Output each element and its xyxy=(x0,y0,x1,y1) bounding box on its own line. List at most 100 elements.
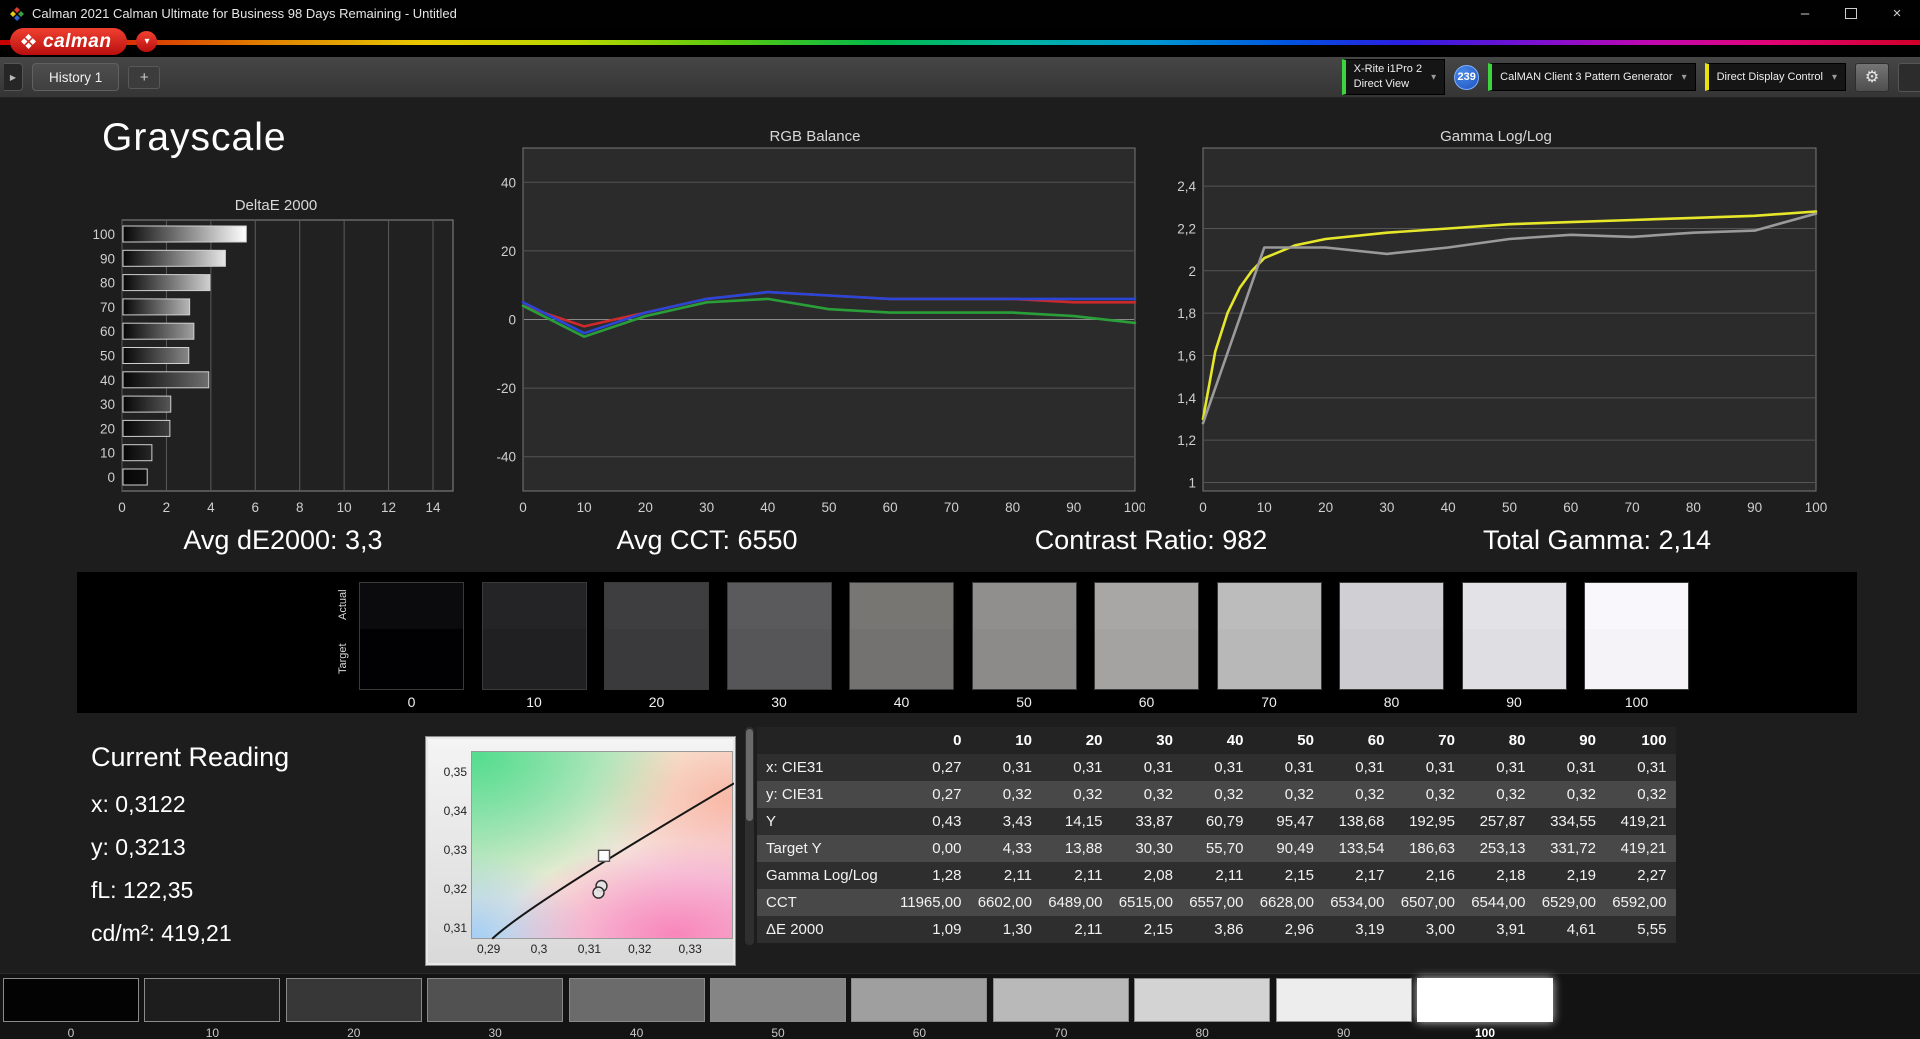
svg-text:90: 90 xyxy=(100,251,115,266)
svg-text:-40: -40 xyxy=(496,450,516,465)
svg-text:-20: -20 xyxy=(496,381,516,396)
svg-text:40: 40 xyxy=(501,175,516,190)
patch-button-10[interactable]: 10 xyxy=(144,978,281,1039)
gear-icon: ⚙ xyxy=(1864,69,1880,86)
table-cell: 14,15 xyxy=(1064,813,1103,830)
svg-text:20: 20 xyxy=(501,244,516,259)
svg-text:0: 0 xyxy=(519,500,527,515)
table-cell: 0,31 xyxy=(1355,759,1385,776)
table-row-label: CCT xyxy=(766,894,797,911)
table-cell: 2,96 xyxy=(1284,921,1314,938)
meter-badge[interactable]: 239 xyxy=(1454,64,1480,90)
svg-text:60: 60 xyxy=(100,324,115,339)
svg-text:10: 10 xyxy=(1257,500,1272,515)
minimize-button[interactable]: – xyxy=(1782,0,1828,27)
history-panel-toggle-button[interactable]: ▶ xyxy=(4,63,23,91)
pattern-generator-dropdown[interactable]: CalMAN Client 3 Pattern Generator ▾ xyxy=(1488,63,1696,91)
table-cell: 6602,00 xyxy=(977,894,1032,911)
patch-face xyxy=(144,978,281,1022)
table-cell: 2,18 xyxy=(1496,867,1526,884)
swatch-actual xyxy=(1217,583,1321,629)
display-control-label: Direct Display Control xyxy=(1716,71,1823,83)
svg-text:2,2: 2,2 xyxy=(1177,221,1196,236)
table-cell: 2,11 xyxy=(1074,867,1103,884)
patch-button-20[interactable]: 20 xyxy=(285,978,422,1039)
settings-button[interactable]: ⚙ xyxy=(1855,62,1889,92)
cie-x-tick: 0,3 xyxy=(530,942,548,956)
table-cell: 2,15 xyxy=(1143,921,1173,938)
grayscale-swatch-80 xyxy=(1339,582,1444,690)
table-cell: 3,43 xyxy=(1002,813,1032,830)
table-cell: 0,32 xyxy=(1073,786,1103,803)
swatch-target xyxy=(1340,629,1443,689)
table-row-label: y: CIE31 xyxy=(766,786,824,803)
svg-text:2,4: 2,4 xyxy=(1177,179,1196,194)
tab-history-1[interactable]: History 1 xyxy=(32,63,120,91)
svg-text:10: 10 xyxy=(100,446,115,461)
table-cell: 3,91 xyxy=(1496,921,1526,938)
patch-button-40[interactable]: 40 xyxy=(568,978,705,1039)
swatch-actual xyxy=(360,583,463,629)
svg-text:RGB Balance: RGB Balance xyxy=(770,128,861,145)
page-title: Grayscale xyxy=(102,116,287,159)
rgb-balance-chart: -40-20020400 10 20 30 40 50 60 70 80 90 100RGB Bal… xyxy=(496,128,1145,515)
cie-chromaticity-chart: 0,29 0,3 0,31 0,32 0,33 0,35 0,34 0,33 0,32 0,31 xyxy=(426,737,735,965)
table-row: x: CIE31 0,27 0,31 0,31 0,31 0,31 0,31 0,31 0,31… xyxy=(757,754,1677,781)
table-row-label: ΔE 2000 xyxy=(766,921,824,938)
meter-dropdown[interactable]: X-Rite i1Pro 2 Direct View ▾ xyxy=(1341,59,1446,95)
swatch-actual xyxy=(482,583,586,629)
table-cell: 0,32 xyxy=(1566,786,1596,803)
swatch-level-label: 0 xyxy=(407,694,416,710)
patch-button-90[interactable]: 90 xyxy=(1275,978,1412,1039)
maximize-button[interactable] xyxy=(1828,0,1874,27)
table-cell: 2,11 xyxy=(1074,921,1103,938)
app-icon xyxy=(10,6,24,21)
patch-level-label: 100 xyxy=(1474,1026,1496,1039)
grayscale-data-table: 0 10 20 30 40 50 60 70 80 90 100 x: CIE31 0,27 0,31 0,… xyxy=(757,727,1677,943)
table-scrollbar[interactable] xyxy=(745,727,754,945)
table-cell: 60,79 xyxy=(1205,813,1244,830)
table-cell: 0,43 xyxy=(932,813,962,830)
patch-button-100[interactable]: 100 xyxy=(1417,978,1553,1039)
display-control-dropdown[interactable]: Direct Display Control ▾ xyxy=(1704,63,1846,91)
swatch-actual xyxy=(727,583,831,629)
window-controls: – × xyxy=(1782,0,1920,27)
table-header-cell: 50 xyxy=(1253,727,1324,754)
logo-menu-button[interactable]: ▾ xyxy=(136,31,158,52)
patch-button-0[interactable]: 0 xyxy=(3,978,139,1039)
svg-text:70: 70 xyxy=(100,300,115,315)
svg-text:70: 70 xyxy=(944,500,959,515)
workflow-menu-button[interactable] xyxy=(1898,62,1920,92)
patch-button-70[interactable]: 70 xyxy=(992,978,1129,1039)
pattern-generator-label: CalMAN Client 3 Pattern Generator xyxy=(1500,71,1673,83)
cie-x-tick: 0,31 xyxy=(577,942,602,956)
swatch-level-label: 40 xyxy=(893,694,910,710)
patch-button-60[interactable]: 60 xyxy=(851,978,988,1039)
add-tab-button[interactable]: + xyxy=(128,65,161,89)
swatch-level-label: 100 xyxy=(1624,694,1649,710)
table-header-cell: 80 xyxy=(1464,727,1536,754)
table-cell: 90,49 xyxy=(1276,840,1314,857)
table-row: Gamma Log/Log 1,28 2,11 2,11 2,08 2,11 2,15 2,1… xyxy=(757,862,1677,889)
patch-button-80[interactable]: 80 xyxy=(1134,978,1271,1039)
table-cell: 0,32 xyxy=(1284,786,1314,803)
close-button[interactable]: × xyxy=(1874,0,1920,27)
gamma-loglog-chart: 1 1,2 1,4 1,6 1,8 2 2,2 2,4 0 10 20 30 40 50 60 70 80 90 1… xyxy=(1177,128,1827,515)
table-cell: 2,16 xyxy=(1425,867,1455,884)
table-scrollbar-thumb[interactable] xyxy=(746,729,753,821)
chevron-down-icon: ▾ xyxy=(1681,71,1687,83)
table-cell: 334,55 xyxy=(1550,813,1596,830)
table-cell: 1,28 xyxy=(932,867,962,884)
table-cell: 419,21 xyxy=(1620,840,1667,857)
table-cell: 133,54 xyxy=(1338,840,1385,857)
table-cell: 0,32 xyxy=(1214,786,1244,803)
window-title: Calman 2021 Calman Ultimate for Business… xyxy=(32,6,457,21)
table-cell: 6507,00 xyxy=(1400,894,1455,911)
table-header-cell: 20 xyxy=(1041,727,1113,754)
table-cell: 13,88 xyxy=(1064,840,1103,857)
calman-logo[interactable]: calman xyxy=(10,28,128,55)
svg-text:2: 2 xyxy=(163,500,171,515)
table-cell: 257,87 xyxy=(1479,813,1526,830)
patch-button-50[interactable]: 50 xyxy=(710,978,846,1039)
patch-button-30[interactable]: 30 xyxy=(427,978,564,1039)
